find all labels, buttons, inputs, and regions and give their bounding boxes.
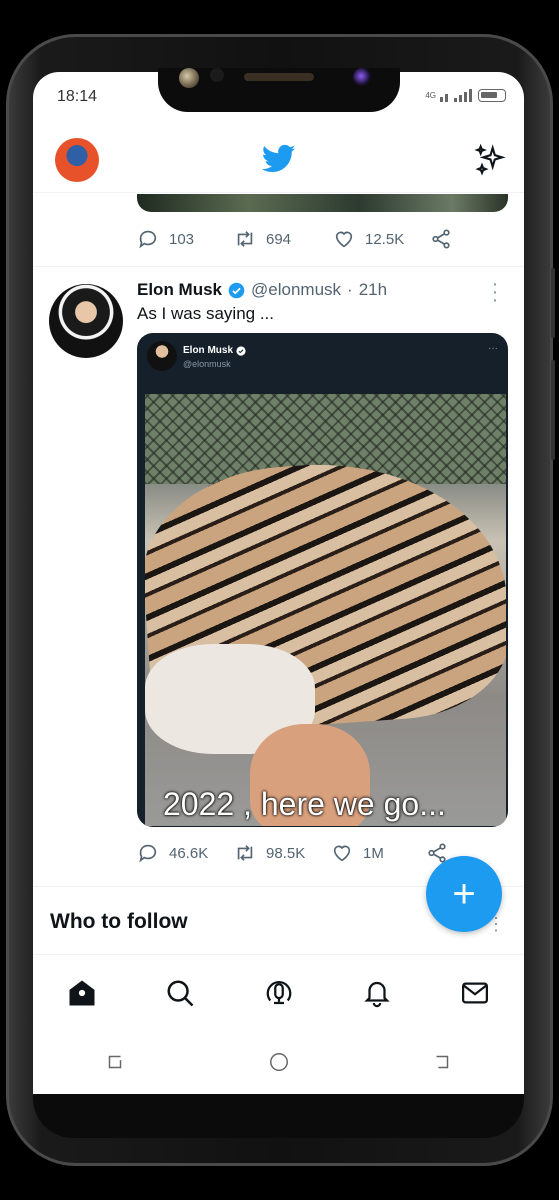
separator-dot: · [347, 280, 353, 299]
tweet-header: Elon Musk @elonmusk · 21h [137, 280, 387, 300]
phone-chin [33, 1094, 524, 1138]
retweet-icon [237, 845, 253, 861]
header-divider [33, 192, 524, 193]
heart-icon [333, 845, 351, 862]
like-count: 12.5K [365, 230, 405, 248]
retweet-count: 694 [266, 230, 292, 248]
recents-icon [108, 1055, 122, 1069]
nav-notifications[interactable] [328, 955, 426, 1030]
previous-tweet-actions: 103 694 12.5K [137, 228, 452, 250]
front-camera [179, 68, 199, 88]
embedded-handle: @elonmusk [183, 359, 231, 369]
tweet-divider [33, 266, 524, 267]
battery-icon [478, 88, 506, 102]
embedded-avatar [147, 341, 177, 371]
share-icon [432, 229, 450, 249]
previous-tweet-media[interactable] [137, 194, 508, 212]
reply-count: 46.6K [169, 844, 209, 862]
front-camera-lens [353, 68, 371, 86]
tweet-time[interactable]: 21h [359, 280, 387, 300]
screen: 18:14 4G 103 694 12.5K Elon Musk @elonmu… [33, 72, 524, 1094]
nav-messages[interactable] [426, 955, 524, 1030]
back-button[interactable] [360, 1044, 524, 1080]
power-button [551, 360, 555, 460]
volume-button [551, 268, 555, 338]
author-avatar[interactable] [49, 284, 123, 358]
sparkle-icon[interactable] [474, 144, 506, 176]
tweet-text: As I was saying ... [137, 304, 274, 323]
network-label: 4G [425, 90, 436, 100]
back-icon [436, 1055, 449, 1069]
camera-notch [158, 68, 400, 112]
home-icon [69, 980, 95, 1005]
reply-button[interactable]: 46.6K [137, 842, 234, 864]
retweet-icon [237, 231, 253, 247]
nav-home[interactable] [33, 955, 131, 1030]
author-handle[interactable]: @elonmusk [251, 280, 341, 300]
recents-button[interactable] [33, 1044, 197, 1080]
home-button[interactable] [197, 1044, 361, 1080]
author-name[interactable]: Elon Musk [137, 280, 222, 300]
system-nav [33, 1044, 524, 1080]
nav-spaces[interactable] [229, 955, 327, 1030]
tiger-photo: 2022 , here we go... [145, 394, 506, 826]
retweet-button[interactable]: 98.5K [234, 842, 331, 864]
embedded-author-name: Elon Musk [183, 345, 234, 356]
signal-icon [440, 89, 472, 102]
reply-icon [139, 844, 157, 863]
reply-count: 103 [169, 230, 195, 248]
twitter-bird-icon[interactable] [262, 144, 296, 174]
like-count: 1M [363, 844, 384, 862]
top-header [33, 128, 524, 192]
embedded-author: Elon Musk [183, 345, 246, 356]
status-time: 18:14 [57, 88, 98, 105]
meme-caption: 2022 , here we go... [163, 786, 446, 822]
profile-avatar[interactable] [55, 138, 99, 182]
messages-icon [461, 982, 488, 1003]
earpiece-speaker [244, 73, 314, 81]
verified-badge-icon [228, 282, 245, 298]
tweet-media[interactable]: Elon Musk @elonmusk ··· 2022 , here we g… [137, 333, 508, 827]
who-to-follow-title: Who to follow [50, 910, 188, 933]
like-button[interactable]: 1M [331, 842, 426, 864]
more-options-icon[interactable]: · · · [485, 274, 505, 310]
reply-button[interactable]: 103 [137, 228, 234, 250]
share-button[interactable] [430, 228, 452, 250]
nav-search[interactable] [131, 955, 229, 1030]
retweet-button[interactable]: 694 [234, 228, 333, 250]
bottom-nav [33, 954, 524, 1030]
sensor [210, 68, 224, 82]
compose-tweet-button[interactable]: + [426, 856, 502, 932]
like-button[interactable]: 12.5K [333, 228, 430, 250]
notifications-icon [363, 981, 390, 1007]
search-icon [167, 980, 194, 1006]
status-icons: 4G [425, 88, 506, 102]
reply-icon [139, 230, 157, 249]
heart-icon [335, 231, 353, 248]
retweet-count: 98.5K [266, 844, 306, 862]
spaces-icon [266, 980, 291, 1004]
tweet-actions: 46.6K 98.5K 1M [137, 842, 448, 864]
embedded-verified-icon [236, 345, 246, 356]
home-circle-icon [269, 1053, 288, 1071]
embedded-more-icon: ··· [488, 343, 498, 354]
